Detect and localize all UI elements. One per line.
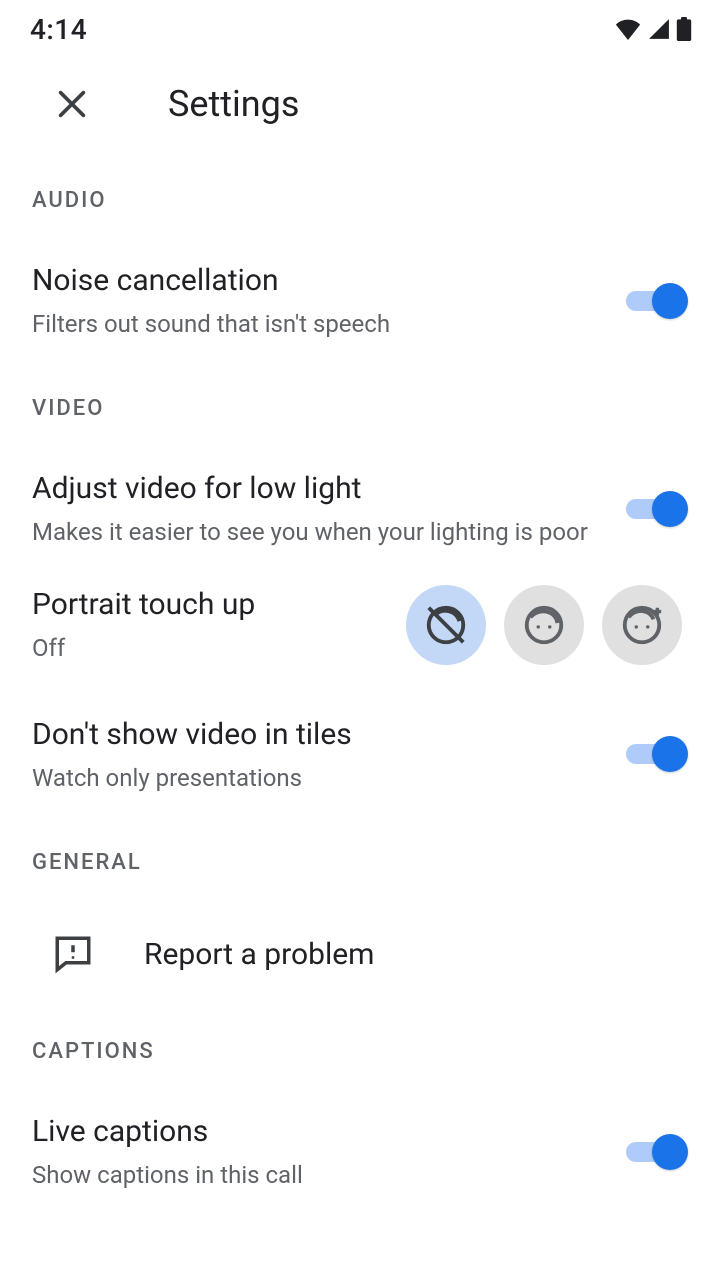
portrait-option-subtle[interactable]: [504, 585, 584, 665]
section-general: GENERAL Report a problem: [0, 850, 714, 1009]
status-time: 4:14: [30, 13, 87, 46]
page-title: Settings: [168, 83, 299, 125]
row-live-captions[interactable]: Live captions Show captions in this call: [32, 1094, 682, 1201]
section-header-general: GENERAL: [32, 850, 682, 875]
report-problem-label: Report a problem: [144, 937, 374, 972]
portrait-value: Off: [32, 632, 386, 664]
battery-icon: [676, 17, 692, 41]
wifi-icon: [614, 18, 642, 40]
row-text: Noise cancellation Filters out sound tha…: [32, 261, 606, 340]
live-captions-subtitle: Show captions in this call: [32, 1159, 606, 1191]
noise-cancellation-title: Noise cancellation: [32, 261, 606, 300]
cellular-icon: [648, 18, 670, 40]
toggle-thumb: [652, 283, 688, 319]
toggle-thumb: [652, 736, 688, 772]
row-hide-video-tiles[interactable]: Don't show video in tiles Watch only pre…: [32, 697, 682, 820]
hide-tiles-title: Don't show video in tiles: [32, 715, 606, 754]
toggle-thumb: [652, 491, 688, 527]
low-light-toggle[interactable]: [626, 491, 682, 527]
section-header-captions: CAPTIONS: [32, 1039, 682, 1064]
row-text: Live captions Show captions in this call: [32, 1112, 606, 1191]
row-report-problem[interactable]: Report a problem: [32, 905, 682, 1009]
section-captions: CAPTIONS Live captions Show captions in …: [0, 1039, 714, 1201]
hide-tiles-subtitle: Watch only presentations: [32, 762, 606, 794]
portrait-option-smoothing[interactable]: [602, 585, 682, 665]
status-icons: [614, 17, 692, 41]
portrait-option-off[interactable]: [406, 585, 486, 665]
noise-cancellation-toggle[interactable]: [626, 283, 682, 319]
face-retouch-off-icon: [423, 602, 469, 648]
section-audio: AUDIO Noise cancellation Filters out sou…: [0, 188, 714, 366]
section-header-audio: AUDIO: [32, 188, 682, 213]
feedback-icon: [52, 933, 94, 975]
low-light-subtitle: Makes it easier to see you when your lig…: [32, 516, 606, 548]
row-text: Don't show video in tiles Watch only pre…: [32, 715, 606, 794]
live-captions-toggle[interactable]: [626, 1134, 682, 1170]
row-low-light[interactable]: Adjust video for low light Makes it easi…: [32, 451, 682, 574]
header: Settings: [0, 54, 714, 158]
settings-screen: 4:14 Settings AUDIO Noise cancellation: [0, 0, 714, 1271]
row-portrait-touch-up: Portrait touch up Off: [32, 575, 682, 697]
noise-cancellation-subtitle: Filters out sound that isn't speech: [32, 308, 606, 340]
live-captions-title: Live captions: [32, 1112, 606, 1151]
close-icon: [55, 87, 89, 121]
face-icon: [521, 602, 567, 648]
hide-tiles-toggle[interactable]: [626, 736, 682, 772]
portrait-title: Portrait touch up: [32, 585, 386, 624]
row-text: Adjust video for low light Makes it easi…: [32, 469, 606, 548]
row-noise-cancellation[interactable]: Noise cancellation Filters out sound tha…: [32, 243, 682, 366]
face-sparkle-icon: [619, 602, 665, 648]
row-text: Portrait touch up Off: [32, 585, 386, 664]
section-video: VIDEO Adjust video for low light Makes i…: [0, 396, 714, 820]
low-light-title: Adjust video for low light: [32, 469, 606, 508]
section-header-video: VIDEO: [32, 396, 682, 421]
status-bar: 4:14: [0, 0, 714, 54]
close-button[interactable]: [50, 82, 94, 126]
toggle-thumb: [652, 1134, 688, 1170]
portrait-options: [406, 585, 682, 665]
